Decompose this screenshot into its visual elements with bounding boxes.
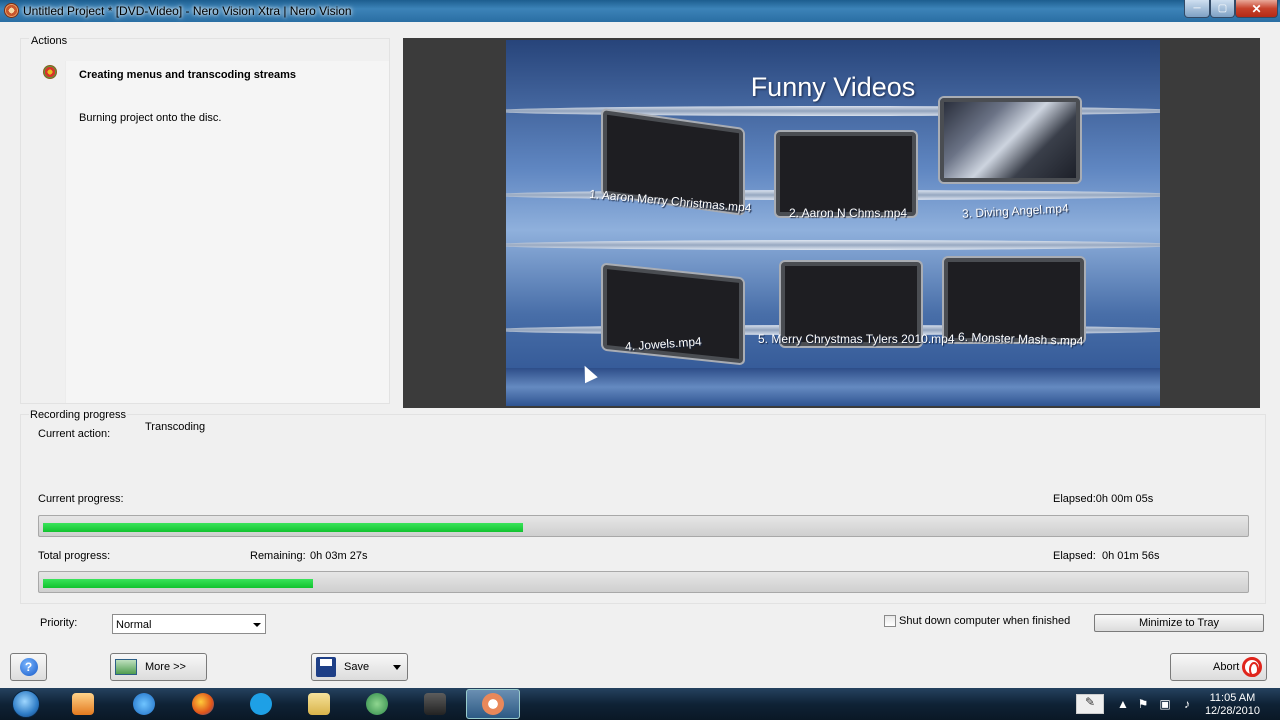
camera-icon <box>424 693 446 715</box>
clock-date: 12/28/2010 <box>1204 705 1260 717</box>
action-center-flag-icon[interactable]: ⚑ <box>1136 697 1150 711</box>
title-bar: Untitled Project * [DVD-Video] - Nero Vi… <box>0 0 1280 22</box>
pen-input-icon[interactable]: ✎ <box>1076 694 1104 714</box>
taskbar-item[interactable] <box>234 689 288 719</box>
dvd-menu-screen: Funny Videos 1. Aaron Merry Christmas.mp… <box>506 40 1160 406</box>
current-action-label: Current action: <box>38 428 111 440</box>
menu-preview: Funny Videos 1. Aaron Merry Christmas.mp… <box>403 38 1260 408</box>
thumbnail-label: 3. Diving Angel.mp4 <box>961 201 1070 221</box>
minimize-to-tray-button[interactable]: Minimize to Tray <box>1094 614 1264 632</box>
thumbnail-3[interactable] <box>940 98 1080 182</box>
nero-icon <box>482 693 504 715</box>
clock[interactable]: 11:05 AM 12/28/2010 <box>1205 692 1260 718</box>
minimize-to-tray-label: Minimize to Tray <box>1138 617 1220 629</box>
help-button[interactable]: ? <box>10 653 47 681</box>
total-progress-fill <box>43 579 313 588</box>
total-progress-label: Total progress: <box>38 550 111 562</box>
remaining-value: 0h 03m 27s <box>310 550 368 562</box>
floppy-disk-icon <box>316 657 336 677</box>
thumbnail-label: 5. Merry Chrystmas Tylers 2010.mp4 <box>758 332 955 346</box>
nero-app-icon[interactable] <box>4 3 19 18</box>
actions-legend: Actions <box>29 35 70 47</box>
abort-icon <box>1242 657 1262 677</box>
actions-panel: Actions Creating menus and transcoding s… <box>20 35 390 404</box>
maximize-button[interactable]: ▢ <box>1210 0 1235 18</box>
shutdown-label[interactable]: Shut down computer when finished <box>899 615 1070 627</box>
system-tray: ✎ ▲ ⚑ ▣ ♪ 11:05 AM 12/28/2010 <box>1076 688 1276 720</box>
save-button[interactable]: Save <box>311 653 408 681</box>
shutdown-checkbox[interactable] <box>884 615 896 627</box>
current-progress-label: Current progress: <box>38 493 124 505</box>
thumbnail-label: 6. Monster Mash s.mp4 <box>957 329 1084 349</box>
explorer-folder-icon <box>308 693 330 715</box>
thumbnail-label: 2. Aaron N Chms.mp4 <box>789 206 908 220</box>
abort-label: Abort <box>1213 661 1240 673</box>
network-icon <box>366 693 388 715</box>
taskbar-item[interactable] <box>56 689 110 719</box>
more-icon <box>115 659 137 675</box>
thumbnail-2[interactable] <box>776 132 916 216</box>
elapsed-value: 0h 01m 56s <box>1102 550 1160 562</box>
more-button[interactable]: More >> <box>110 653 207 681</box>
minimize-button[interactable]: ─ <box>1184 0 1210 18</box>
chevron-down-icon <box>253 623 261 627</box>
chevron-down-icon[interactable] <box>393 665 401 670</box>
rail <box>506 240 1160 250</box>
taskbar-item[interactable] <box>117 689 171 719</box>
windows-orb-icon <box>12 690 40 718</box>
current-action-value: Transcoding <box>145 421 206 433</box>
start-button[interactable] <box>6 688 46 720</box>
maximize-icon: ▢ <box>1217 3 1228 14</box>
media-player-icon <box>72 693 94 715</box>
taskbar-item[interactable] <box>350 689 404 719</box>
skype-icon <box>250 693 272 715</box>
next-action-text: Burning project onto the disc. <box>79 112 222 124</box>
priority-value: Normal <box>116 619 152 631</box>
show-hidden-icons-icon[interactable]: ▲ <box>1116 697 1130 711</box>
network-tray-icon[interactable]: ▣ <box>1158 697 1172 711</box>
volume-icon[interactable]: ♪ <box>1180 697 1194 711</box>
abort-button[interactable]: Abort <box>1170 653 1267 681</box>
more-label: More >> <box>145 661 186 673</box>
current-elapsed: Elapsed:0h 00m 05s <box>1053 493 1154 505</box>
remaining-label: Remaining: <box>250 550 306 562</box>
current-progress-bar <box>38 515 1249 537</box>
in-progress-icon <box>43 65 57 79</box>
priority-label: Priority: <box>40 617 78 629</box>
help-icon: ? <box>19 658 38 676</box>
total-progress-bar <box>38 571 1249 593</box>
minimize-icon: ─ <box>1193 3 1201 14</box>
recording-legend: Recording progress <box>29 409 127 421</box>
clock-time: 11:05 AM <box>1209 692 1256 704</box>
taskbar-item[interactable] <box>292 689 346 719</box>
save-label: Save <box>344 661 370 673</box>
internet-explorer-icon <box>133 693 155 715</box>
taskbar-item[interactable] <box>408 689 462 719</box>
window-title: Untitled Project * [DVD-Video] - Nero Vi… <box>23 4 352 18</box>
taskbar-item[interactable] <box>176 689 230 719</box>
close-button[interactable]: ✕ <box>1235 0 1278 18</box>
taskbar-item-nero[interactable] <box>466 689 520 719</box>
close-icon: ✕ <box>1251 1 1262 16</box>
priority-select[interactable]: Normal <box>112 614 266 634</box>
firefox-icon <box>192 693 214 715</box>
current-progress-fill <box>43 523 523 532</box>
current-action-text: Creating menus and transcoding streams <box>79 69 296 81</box>
elapsed-label: Elapsed: <box>1053 550 1096 562</box>
taskbar: ✎ ▲ ⚑ ▣ ♪ 11:05 AM 12/28/2010 <box>0 688 1280 720</box>
menu-stripe <box>506 368 1160 406</box>
